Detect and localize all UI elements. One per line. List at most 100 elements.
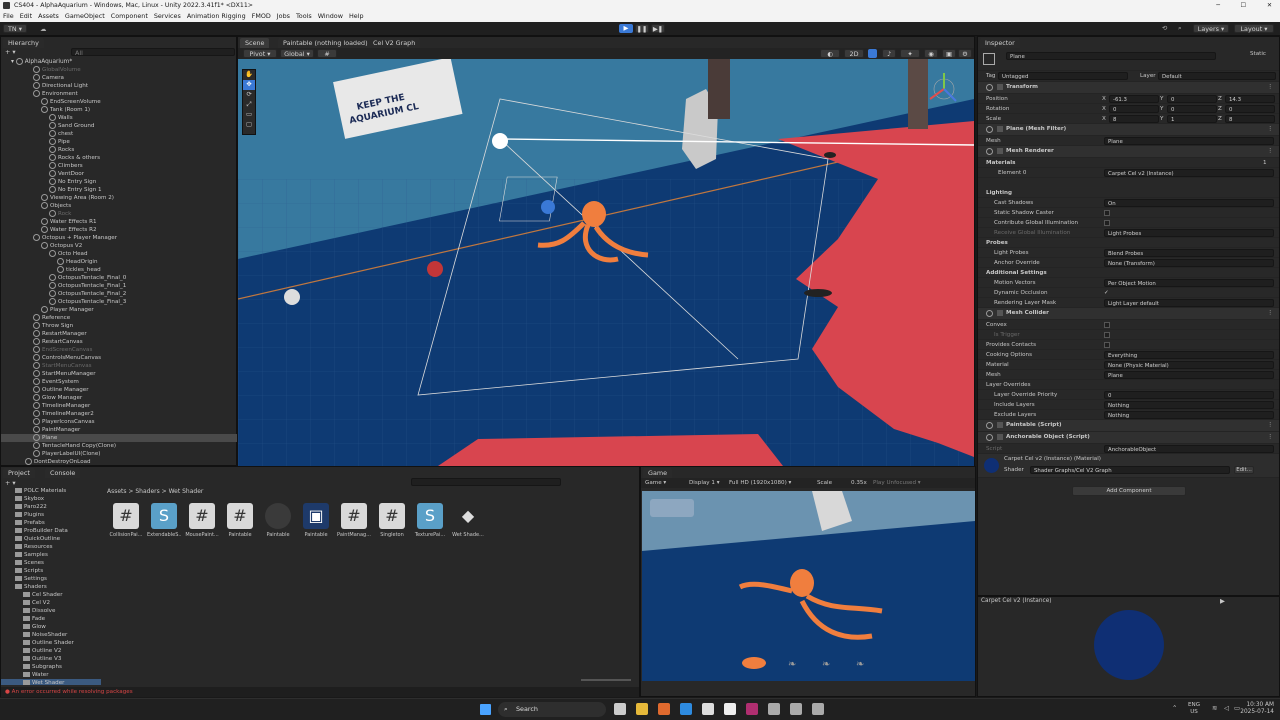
play-button[interactable]: ▶ bbox=[619, 24, 633, 33]
unity-icon[interactable] bbox=[724, 703, 736, 715]
enable-checkbox[interactable] bbox=[997, 148, 1003, 154]
grid-snap-button[interactable]: # bbox=[317, 49, 337, 58]
hierarchy-item[interactable]: RestartCanvas bbox=[1, 338, 237, 346]
hierarchy-item[interactable]: EndScreenCanvas bbox=[1, 346, 237, 354]
shader-dropdown[interactable]: Shader Graphs/Cel V2 Graph bbox=[1030, 466, 1230, 474]
collider-field[interactable]: Plane bbox=[1104, 371, 1274, 379]
hierarchy-item[interactable]: Reference bbox=[1, 314, 237, 322]
tab-game[interactable]: Game bbox=[643, 468, 673, 478]
display-dropdown[interactable]: Display 1 ▾ bbox=[689, 478, 720, 488]
transform-x-input[interactable]: 0 bbox=[1109, 105, 1159, 113]
hierarchy-item[interactable]: Pipe bbox=[1, 138, 237, 146]
hierarchy-item[interactable]: EndScreenVolume bbox=[1, 98, 237, 106]
hand-tool-icon[interactable]: ✋ bbox=[243, 70, 255, 80]
hierarchy-item[interactable]: Octopus + Player Manager bbox=[1, 234, 237, 242]
add-icon[interactable]: + ▾ bbox=[5, 48, 16, 56]
transform-x-input[interactable]: -61.3 bbox=[1109, 95, 1159, 103]
mesh-field[interactable]: Plane bbox=[1104, 137, 1274, 145]
hierarchy-item[interactable]: EventSystem bbox=[1, 378, 237, 386]
component-menu-icon[interactable]: ⋮ bbox=[1267, 146, 1273, 156]
layout-dropdown[interactable]: Layout ▾ bbox=[1234, 24, 1274, 33]
asset-tile[interactable]: ▣ Paintable bbox=[299, 503, 333, 549]
scene-viewport[interactable]: KEEP THE AQUARIUM CL bbox=[238, 59, 974, 466]
hierarchy-item[interactable]: Environment bbox=[1, 90, 237, 98]
lighting-dropdown[interactable]: On bbox=[1104, 199, 1274, 207]
folder-item[interactable]: Samples bbox=[1, 551, 101, 559]
hierarchy-item[interactable]: StartMenuManager bbox=[1, 370, 237, 378]
hierarchy-item[interactable]: Octopus V2 bbox=[1, 242, 237, 250]
hierarchy-item[interactable]: Water Effects R2 bbox=[1, 226, 237, 234]
step-button[interactable]: ▶❚ bbox=[651, 24, 665, 33]
menu-item[interactable]: Edit bbox=[20, 12, 32, 20]
folder-item[interactable]: Paro222 bbox=[1, 503, 101, 511]
folder-item[interactable]: Cel V2 bbox=[1, 599, 101, 607]
folder-item[interactable]: Outline V3 bbox=[1, 655, 101, 663]
pivot-dropdown[interactable]: Pivot ▾ bbox=[243, 49, 277, 58]
global-dropdown[interactable]: Global ▾ bbox=[280, 49, 314, 58]
settings-icon[interactable] bbox=[768, 703, 780, 715]
audio-toggle[interactable]: ♪ bbox=[882, 49, 896, 58]
menu-item[interactable]: Tools bbox=[296, 12, 312, 20]
hierarchy-item[interactable]: ControlsMenuCanvas bbox=[1, 354, 237, 362]
menu-item[interactable]: Jobs bbox=[277, 12, 290, 20]
light-probes-dropdown[interactable]: Blend Probes bbox=[1104, 249, 1274, 257]
component-menu-icon[interactable]: ⋮ bbox=[1267, 308, 1273, 318]
play-focus-dropdown[interactable]: Play Unfocused ▾ bbox=[873, 478, 921, 488]
transform-y-input[interactable]: 0 bbox=[1167, 105, 1217, 113]
tab-scene-2[interactable]: Cel V2 Graph bbox=[368, 38, 421, 48]
folder-item[interactable]: Outline Shader bbox=[1, 639, 101, 647]
menu-item[interactable]: GameObject bbox=[65, 12, 105, 20]
folder-item[interactable]: Wet Shader bbox=[1, 679, 101, 685]
layer-dropdown[interactable]: Default bbox=[1158, 72, 1276, 80]
folder-item[interactable]: QuickOutline bbox=[1, 535, 101, 543]
override-field[interactable]: Nothing bbox=[1104, 401, 1274, 409]
zoom-slider[interactable] bbox=[581, 679, 631, 681]
folder-icon[interactable] bbox=[636, 703, 648, 715]
tab-project-0[interactable]: Project bbox=[3, 468, 35, 478]
error-status-bar[interactable]: ● An error occurred while resolving pack… bbox=[1, 687, 639, 697]
asset-tile[interactable]: Paintable bbox=[261, 503, 295, 549]
folder-item[interactable]: Dissolve bbox=[1, 607, 101, 615]
transform-x-input[interactable]: 8 bbox=[1109, 115, 1159, 123]
scene-root-row[interactable]: ▾ AlphaAquarium* bbox=[11, 58, 72, 65]
tag-dropdown[interactable]: Untagged bbox=[998, 72, 1128, 80]
folder-item[interactable]: Fade bbox=[1, 615, 101, 623]
folder-item[interactable]: Subgraphs bbox=[1, 663, 101, 671]
hierarchy-item[interactable]: tickles_head bbox=[1, 266, 237, 274]
asset-tile[interactable]: # Paintable bbox=[223, 503, 257, 549]
enable-checkbox[interactable] bbox=[997, 84, 1003, 90]
lighting-dropdown[interactable]: Light Probes bbox=[1104, 229, 1274, 237]
hierarchy-item[interactable]: No Entry Sign 1 bbox=[1, 186, 237, 194]
folder-item[interactable]: Plugins bbox=[1, 511, 101, 519]
folder-item[interactable]: Water bbox=[1, 671, 101, 679]
cloud-icon[interactable]: ☁ bbox=[40, 25, 46, 33]
asset-tile[interactable]: # MousePaint... bbox=[185, 503, 219, 549]
maximize-button[interactable]: ☐ bbox=[1240, 0, 1246, 11]
transform-z-input[interactable]: 14.3 bbox=[1225, 95, 1275, 103]
hierarchy-item[interactable]: Viewing Area (Room 2) bbox=[1, 194, 237, 202]
render-mode-button[interactable]: ◐ bbox=[820, 49, 840, 58]
lighting-toggle-icon[interactable] bbox=[868, 49, 877, 58]
event-gizmo-icon[interactable] bbox=[284, 289, 300, 305]
menu-item[interactable]: Assets bbox=[38, 12, 59, 20]
hierarchy-item[interactable]: OctopusTentacle_Final_2 bbox=[1, 290, 237, 298]
scale-tool-icon[interactable]: ⤢ bbox=[243, 100, 255, 110]
folder-item[interactable]: Scenes bbox=[1, 559, 101, 567]
firefox-icon[interactable] bbox=[658, 703, 670, 715]
hierarchy-item[interactable]: Outline Manager bbox=[1, 386, 237, 394]
component-menu-icon[interactable]: ⋮ bbox=[1267, 432, 1273, 442]
folder-item[interactable]: Settings bbox=[1, 575, 101, 583]
hierarchy-item[interactable]: PlayerLabelUI(Clone) bbox=[1, 450, 237, 458]
tab-project-1[interactable]: Console bbox=[45, 468, 81, 478]
anchor-field[interactable]: None (Transform) bbox=[1104, 259, 1274, 267]
override-field[interactable]: 0 bbox=[1104, 391, 1274, 399]
folder-item[interactable]: Cel Shader bbox=[1, 591, 101, 599]
folder-item[interactable]: ProBuilder Data bbox=[1, 527, 101, 535]
hierarchy-item[interactable]: StartMenuCanvas bbox=[1, 362, 237, 370]
account-dropdown[interactable]: TN ▾ bbox=[3, 24, 27, 33]
enable-checkbox[interactable] bbox=[997, 422, 1003, 428]
hierarchy-item[interactable]: chest bbox=[1, 130, 237, 138]
chrome-icon[interactable] bbox=[812, 703, 824, 715]
transform-y-input[interactable]: 0 bbox=[1167, 95, 1217, 103]
menu-item[interactable]: File bbox=[3, 12, 14, 20]
